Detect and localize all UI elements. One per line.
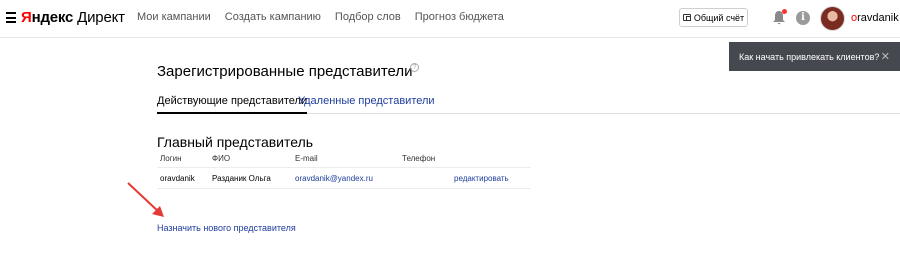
column-login: Логин [160,154,182,163]
column-email: E-mail [295,154,318,163]
page-title: Зарегистрированные представители [157,63,413,80]
avatar[interactable] [820,6,845,31]
table-row: oravdanik Разданик Ольга oravdanik@yande… [157,170,531,189]
nav-my-campaigns[interactable]: Мои кампании [137,11,211,23]
tab-active-representatives[interactable]: Действующие представители [157,95,308,114]
cell-email-link[interactable]: oravdanik@yandex.ru [295,174,373,183]
help-icon[interactable]: ? [410,63,419,72]
username[interactable]: oravdanik [851,12,899,24]
logo-brand: Яндекс [21,9,74,26]
tabs: Действующие представители Удаленные пред… [157,95,900,114]
close-icon[interactable]: ✕ [881,50,890,63]
shared-account-button[interactable]: Общий счёт [679,8,748,27]
tab-deleted-representatives[interactable]: Удаленные представители [298,95,435,107]
column-name: ФИО [212,154,231,163]
shared-account-label: Общий счёт [693,12,745,23]
notification-dot [782,9,787,14]
bell-icon[interactable] [772,9,787,26]
table-header: Логин ФИО E-mail Телефон [157,154,531,168]
cell-name: Разданик Ольга [212,174,271,183]
onboarding-toast[interactable]: Как начать привлекать клиентов? ✕ [729,42,900,71]
nav-keyword-planner[interactable]: Подбор слов [335,11,401,23]
logo-product: Директ [77,9,125,26]
toast-text: Как начать привлекать клиентов? [739,51,880,62]
main-nav: Мои кампании Создать кампанию Подбор сло… [137,11,504,23]
nav-create-campaign[interactable]: Создать кампанию [225,11,321,23]
column-phone: Телефон [402,154,436,163]
burger-menu-icon[interactable] [6,12,16,23]
page: Яндекс Директ Мои кампании Создать кампан… [0,0,900,257]
assign-new-representative-link[interactable]: Назначить нового представителя [157,223,296,233]
edit-link[interactable]: редактировать [454,174,509,183]
top-header: Яндекс Директ Мои кампании Создать кампан… [0,0,900,38]
red-arrow-annotation [127,182,164,217]
main-representative-heading: Главный представитель [157,134,314,150]
nav-budget-forecast[interactable]: Прогноз бюджета [415,11,504,23]
yandex-direct-logo[interactable]: Яндекс Директ [21,9,125,26]
wallet-icon [682,14,691,21]
info-icon[interactable]: i [796,11,810,25]
